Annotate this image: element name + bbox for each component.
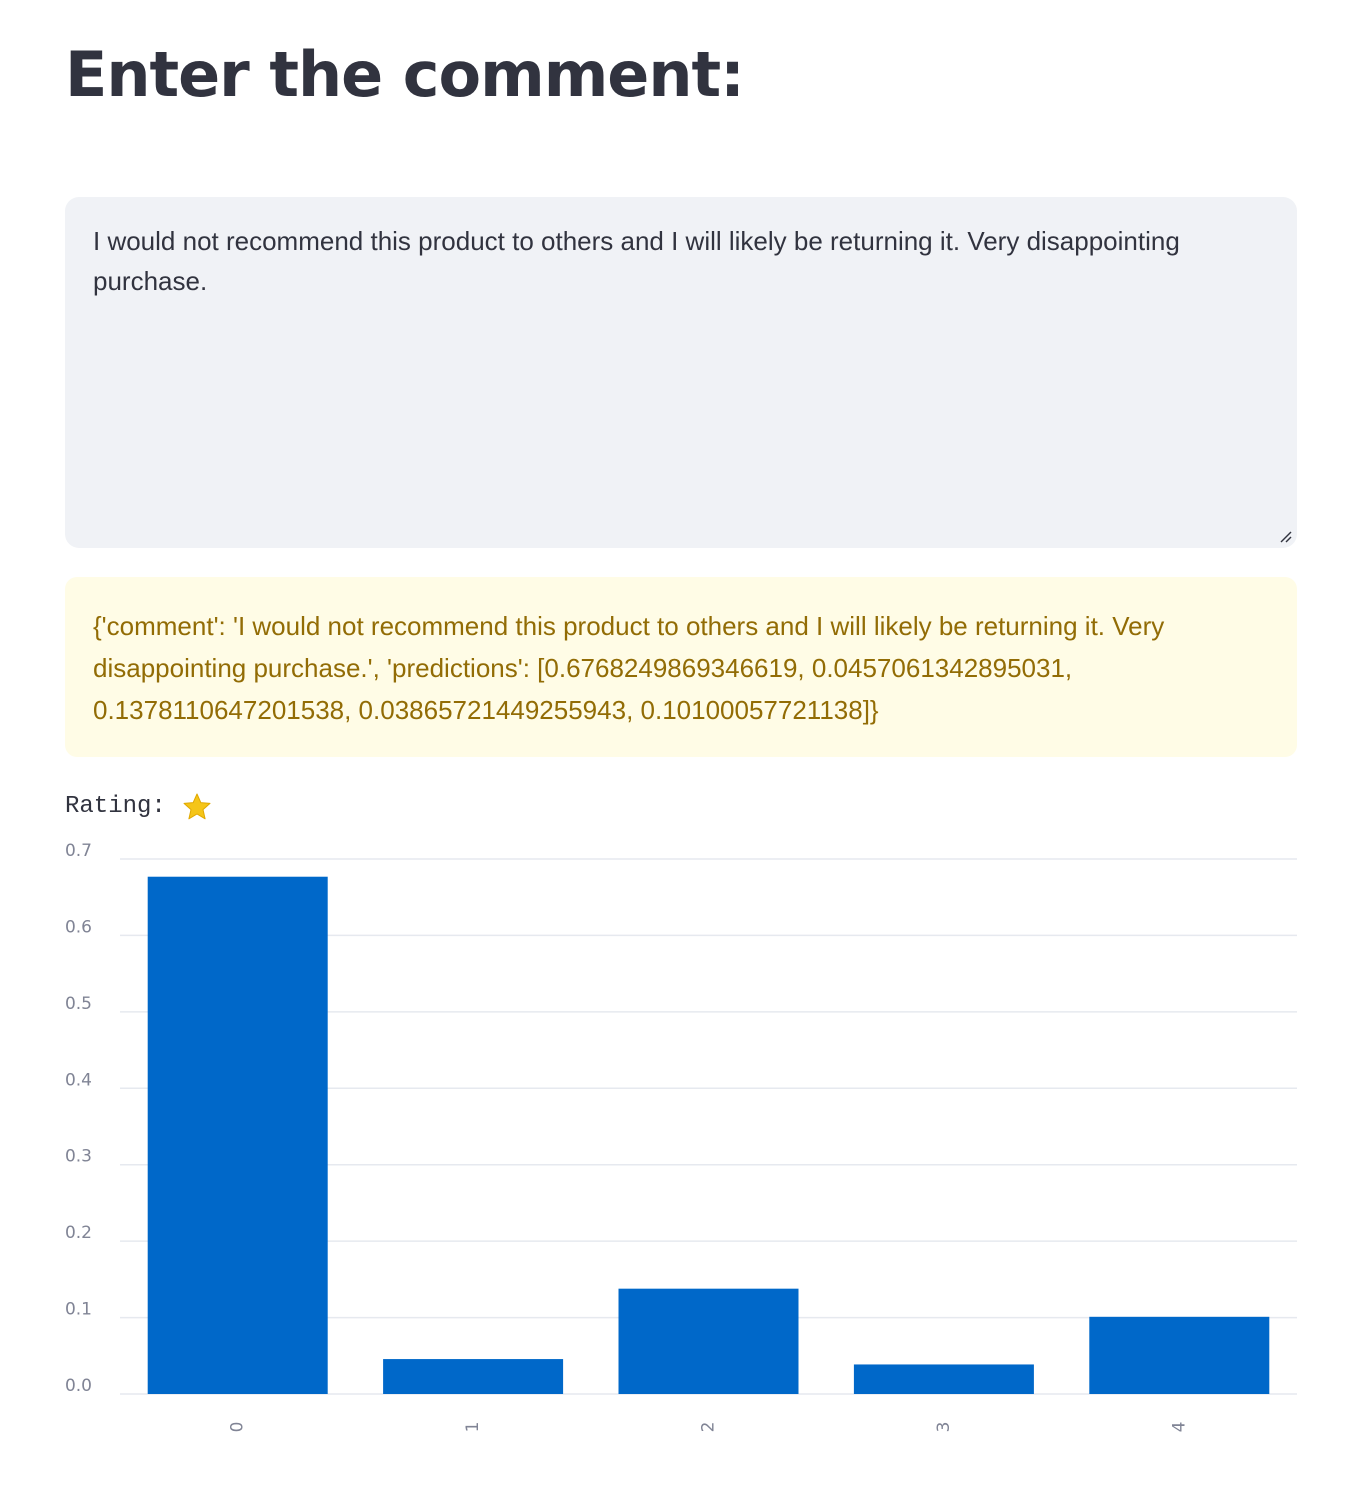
y-tick-label: 0.2 bbox=[65, 1223, 92, 1243]
rating-line: Rating: bbox=[65, 790, 212, 824]
resize-handle-icon[interactable] bbox=[1279, 530, 1293, 544]
comment-textarea[interactable]: I would not recommend this product to ot… bbox=[65, 197, 1297, 548]
x-tick-label: 2 bbox=[699, 1422, 719, 1433]
x-axis-ticks: 0 1 2 3 4 bbox=[228, 1422, 1190, 1433]
x-tick-label: 1 bbox=[463, 1422, 483, 1433]
y-tick-label: 0.5 bbox=[65, 994, 92, 1014]
comment-text[interactable]: I would not recommend this product to ot… bbox=[93, 221, 1269, 301]
bar-0 bbox=[147, 876, 328, 1394]
rating-label: Rating: bbox=[65, 793, 166, 820]
prediction-output-text: {'comment': 'I would not recommend this … bbox=[93, 611, 1165, 725]
x-tick-label: 0 bbox=[228, 1422, 248, 1433]
star-icon bbox=[183, 793, 211, 820]
y-tick-label: 0.7 bbox=[65, 841, 92, 861]
x-tick-label: 3 bbox=[934, 1422, 954, 1433]
y-tick-label: 0.1 bbox=[65, 1300, 92, 1320]
y-axis-ticks: 0.0 0.1 0.2 0.3 0.4 0.5 0.6 0.7 bbox=[65, 841, 92, 1396]
chart-gridlines bbox=[120, 858, 1297, 1395]
bar-4 bbox=[1089, 1316, 1270, 1394]
y-tick-label: 0.6 bbox=[65, 917, 92, 937]
bar-3 bbox=[853, 1364, 1034, 1394]
y-tick-label: 0.4 bbox=[65, 1070, 92, 1090]
bar-2 bbox=[618, 1288, 799, 1394]
x-tick-label: 4 bbox=[1169, 1422, 1189, 1433]
y-tick-label: 0.0 bbox=[65, 1376, 92, 1396]
chart-bars bbox=[147, 876, 1270, 1394]
prediction-output-box: {'comment': 'I would not recommend this … bbox=[65, 577, 1297, 757]
bar-1 bbox=[383, 1359, 564, 1394]
y-tick-label: 0.3 bbox=[65, 1147, 92, 1167]
page-title: Enter the comment: bbox=[65, 38, 745, 111]
